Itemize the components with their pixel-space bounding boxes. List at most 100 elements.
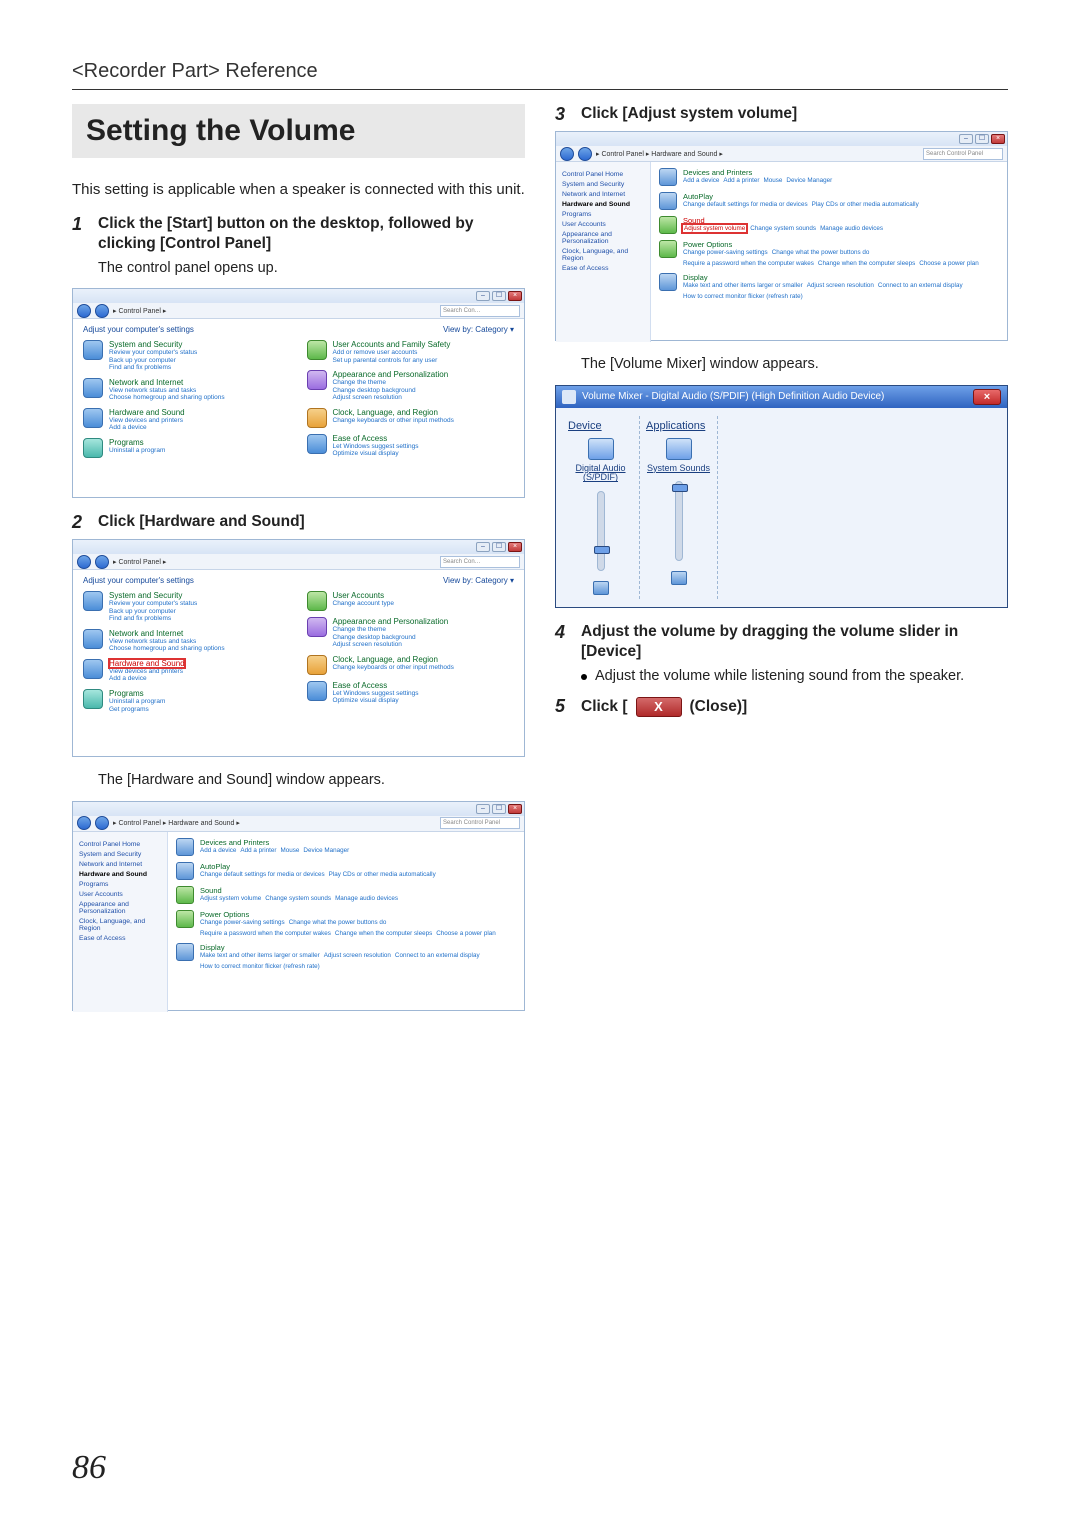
sidebar-appearance[interactable]: Appearance and Personalization	[79, 901, 161, 915]
forward-button[interactable]	[95, 304, 109, 318]
hs-autoplay[interactable]: AutoPlayChange default settings for medi…	[659, 192, 999, 210]
hs-power-options[interactable]: Power OptionsChange power-saving setting…	[176, 910, 516, 937]
app-icon[interactable]	[666, 438, 692, 460]
sidebar-clock-lang[interactable]: Clock, Language, and Region	[562, 248, 644, 262]
maximize-button[interactable]: ☐	[492, 542, 506, 552]
app-volume-slider[interactable]	[675, 481, 683, 561]
hs-autoplay[interactable]: AutoPlayChange default settings for medi…	[176, 862, 516, 880]
vm-device-header[interactable]: Device	[568, 420, 602, 432]
sidebar-sys-sec[interactable]: System and Security	[562, 181, 644, 188]
sidebar-programs[interactable]: Programs	[562, 211, 644, 218]
mute-icon[interactable]	[671, 571, 687, 585]
sidebar-net-int[interactable]: Network and Internet	[79, 861, 161, 868]
step-1-sub: The control panel opens up.	[98, 259, 525, 279]
sidebar-home[interactable]: Control Panel Home	[562, 171, 644, 178]
vm-device-name[interactable]: Digital Audio (S/PDIF)	[568, 464, 633, 484]
minimize-button[interactable]: –	[476, 804, 490, 814]
page-title-bar: Setting the Volume	[72, 104, 525, 158]
step-3-sub: The [Volume Mixer] window appears.	[581, 355, 1008, 375]
cp-system-security[interactable]: System and SecurityReview your computer'…	[83, 340, 291, 372]
search-input[interactable]: Search Control Panel	[923, 148, 1003, 160]
close-button[interactable]: ×	[508, 291, 522, 301]
forward-button[interactable]	[95, 816, 109, 830]
minimize-button[interactable]: –	[476, 542, 490, 552]
back-button[interactable]	[560, 147, 574, 161]
hs-display[interactable]: DisplayMake text and other items larger …	[659, 273, 999, 300]
slider-thumb[interactable]	[672, 484, 688, 492]
sidebar-user-acc[interactable]: User Accounts	[562, 221, 644, 228]
maximize-button[interactable]: ☐	[492, 804, 506, 814]
window-titlebar: – ☐ ×	[73, 540, 524, 554]
back-button[interactable]	[77, 304, 91, 318]
sidebar-sys-sec[interactable]: System and Security	[79, 851, 161, 858]
close-button[interactable]: ×	[973, 389, 1001, 405]
cp-ease-of-access[interactable]: Ease of AccessLet Windows suggest settin…	[307, 681, 515, 705]
back-button[interactable]	[77, 555, 91, 569]
step-text: Click [Hardware and Sound]	[98, 512, 305, 532]
hs-sound[interactable]: SoundAdjust system volumeChange system s…	[176, 886, 516, 904]
cp-ease-of-access[interactable]: Ease of AccessLet Windows suggest settin…	[307, 434, 515, 458]
sidebar-appearance[interactable]: Appearance and Personalization	[562, 231, 644, 245]
search-input[interactable]: Search Control Panel	[440, 817, 520, 829]
view-by-label[interactable]: View by: Category ▾	[443, 576, 514, 585]
close-button[interactable]: ×	[508, 542, 522, 552]
minimize-button[interactable]: –	[959, 134, 973, 144]
step-5: 5 Click [ X (Close)]	[555, 696, 1008, 717]
breadcrumb-path[interactable]: ▸ Control Panel ▸ Hardware and Sound ▸	[596, 150, 919, 158]
hardware-sound-window-1: – ☐ × ▸ Control Panel ▸ Hardware and Sou…	[72, 801, 525, 1011]
adjust-settings-label: Adjust your computer's settings	[83, 325, 194, 334]
breadcrumb-path[interactable]: ▸ Control Panel ▸	[113, 558, 436, 566]
cp-appearance[interactable]: Appearance and PersonalizationChange the…	[307, 370, 515, 402]
close-button[interactable]: ×	[508, 804, 522, 814]
breadcrumb-path[interactable]: ▸ Control Panel ▸ Hardware and Sound ▸	[113, 819, 436, 827]
sidebar-user-acc[interactable]: User Accounts	[79, 891, 161, 898]
sidebar-programs[interactable]: Programs	[79, 881, 161, 888]
window-titlebar: – ☐ ×	[73, 289, 524, 303]
close-button[interactable]: ×	[991, 134, 1005, 144]
device-icon[interactable]	[588, 438, 614, 460]
breadcrumb-path[interactable]: ▸ Control Panel ▸	[113, 307, 436, 315]
mute-icon[interactable]	[593, 581, 609, 595]
sidebar-ease-access[interactable]: Ease of Access	[562, 265, 644, 272]
hs-devices-printers[interactable]: Devices and PrintersAdd a deviceAdd a pr…	[176, 838, 516, 856]
vm-app-name[interactable]: System Sounds	[647, 464, 710, 474]
maximize-button[interactable]: ☐	[975, 134, 989, 144]
cp-network-internet[interactable]: Network and InternetView network status …	[83, 378, 291, 402]
forward-button[interactable]	[95, 555, 109, 569]
hs-sound[interactable]: SoundAdjust system volumeChange system s…	[659, 216, 999, 234]
search-input[interactable]: Search Con…	[440, 305, 520, 317]
view-by-label[interactable]: View by: Category ▾	[443, 325, 514, 334]
cp-clock-language[interactable]: Clock, Language, and RegionChange keyboa…	[307, 408, 515, 428]
adjust-system-volume-link[interactable]: Adjust system volume	[683, 225, 746, 232]
cp-hardware-sound[interactable]: Hardware and SoundView devices and print…	[83, 408, 291, 432]
cp-programs[interactable]: ProgramsUninstall a program	[83, 438, 291, 458]
sidebar-hw-snd[interactable]: Hardware and Sound	[79, 871, 161, 878]
cp-programs[interactable]: ProgramsUninstall a programGet programs	[83, 689, 291, 713]
cp-network-internet[interactable]: Network and InternetView network status …	[83, 629, 291, 653]
back-button[interactable]	[77, 816, 91, 830]
hs-devices-printers[interactable]: Devices and PrintersAdd a deviceAdd a pr…	[659, 168, 999, 186]
cp-user-accounts[interactable]: User AccountsChange account type	[307, 591, 515, 611]
cp-system-security[interactable]: System and SecurityReview your computer'…	[83, 591, 291, 623]
maximize-button[interactable]: ☐	[492, 291, 506, 301]
sidebar-clock-lang[interactable]: Clock, Language, and Region	[79, 918, 161, 932]
vm-apps-column: Applications System Sounds	[640, 416, 718, 600]
minimize-button[interactable]: –	[476, 291, 490, 301]
step-number: 2	[72, 512, 90, 533]
hs-display[interactable]: DisplayMake text and other items larger …	[176, 943, 516, 970]
cp-user-accounts[interactable]: User Accounts and Family SafetyAdd or re…	[307, 340, 515, 364]
hardware-sound-window-2: – ☐ × ▸ Control Panel ▸ Hardware and Sou…	[555, 131, 1008, 341]
forward-button[interactable]	[578, 147, 592, 161]
cp-hardware-sound[interactable]: Hardware and SoundView devices and print…	[83, 659, 291, 683]
sidebar-ease-access[interactable]: Ease of Access	[79, 935, 161, 942]
sidebar-hw-snd[interactable]: Hardware and Sound	[562, 201, 644, 208]
cp-clock-language[interactable]: Clock, Language, and RegionChange keyboa…	[307, 655, 515, 675]
cp-appearance[interactable]: Appearance and PersonalizationChange the…	[307, 617, 515, 649]
device-volume-slider[interactable]	[597, 491, 605, 571]
slider-thumb[interactable]	[594, 546, 610, 554]
breadcrumb: <Recorder Part> Reference	[72, 60, 1008, 83]
hs-power-options[interactable]: Power OptionsChange power-saving setting…	[659, 240, 999, 267]
search-input[interactable]: Search Con…	[440, 556, 520, 568]
sidebar-net-int[interactable]: Network and Internet	[562, 191, 644, 198]
sidebar-home[interactable]: Control Panel Home	[79, 841, 161, 848]
